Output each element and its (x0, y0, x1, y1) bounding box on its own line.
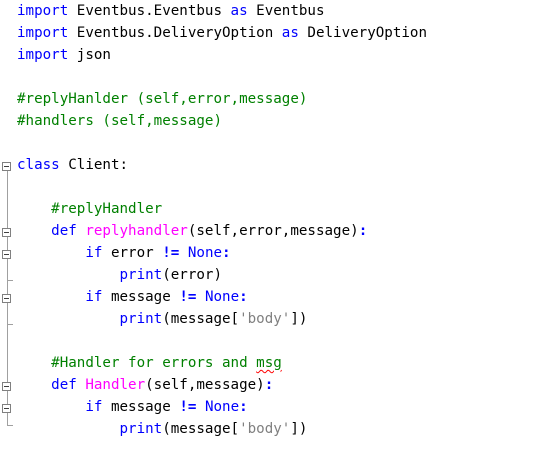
keyword-token: import (17, 47, 69, 63)
function-name-token: replyhandler (85, 223, 188, 239)
operator-token: != (179, 399, 197, 415)
code-text: Eventbus (247, 3, 325, 19)
fold-end-marker (7, 324, 13, 325)
code-text: ]) (290, 311, 308, 327)
code-text: (self,message) (145, 377, 265, 393)
code-line: if error != None: (17, 242, 231, 264)
fold-gutter (0, 0, 16, 450)
keyword-token: def (51, 223, 77, 239)
code-line: import json (17, 44, 111, 66)
keyword-token: import (17, 3, 69, 19)
fold-if-error-icon[interactable] (2, 250, 11, 259)
code-line: #handlers (self,message) (17, 110, 222, 132)
code-line: print(message['body']) (17, 418, 308, 440)
keyword-token: None (204, 399, 240, 415)
misspelled-word: msg (256, 355, 282, 371)
code-text: (message[ (162, 421, 240, 437)
code-text: Eventbus.Eventbus (68, 3, 231, 19)
function-name-token: Handler (85, 377, 146, 393)
code-line: def replyhandler(self,error,message): (17, 220, 367, 242)
code-line: import Eventbus.Eventbus as Eventbus (17, 0, 325, 22)
keyword-token: print (119, 421, 163, 437)
code-line: class Client: (17, 154, 128, 176)
code-text: (message[ (162, 311, 240, 327)
code-text: Client: (59, 157, 129, 173)
operator-token: != (179, 289, 197, 305)
code-text: json (68, 47, 111, 63)
code-text: ]) (290, 421, 308, 437)
keyword-token: def (51, 377, 77, 393)
comment-token: #handlers (self,message) (17, 113, 222, 129)
operator-token: : (264, 377, 274, 393)
code-line: #replyHandler (17, 198, 162, 220)
code-line: if message != None: (17, 286, 248, 308)
code-line: print(message['body']) (17, 308, 308, 330)
code-line: print(error) (17, 264, 223, 286)
code-text: error (102, 245, 163, 261)
code-line: import Eventbus.DeliveryOption as Delive… (17, 22, 427, 44)
keyword-token: None (187, 245, 223, 261)
code-line: #replyHanlder (self,error,message) (17, 88, 307, 110)
operator-token: : (239, 289, 248, 305)
code-text: DeliveryOption (298, 25, 428, 41)
operator-token: : (222, 245, 231, 261)
keyword-token: as (281, 25, 299, 41)
string-token: 'body' (239, 421, 291, 437)
string-token: 'body' (239, 311, 291, 327)
operator-token: != (162, 245, 180, 261)
fold-class-client-icon[interactable] (2, 162, 11, 171)
keyword-token: class (17, 157, 60, 173)
fold-if-message-icon[interactable] (2, 404, 11, 413)
fold-end-marker (7, 425, 13, 426)
code-text: (self,error,message) (187, 223, 359, 239)
code-line: #Handler for errors and msg (17, 352, 282, 374)
keyword-token: print (119, 267, 163, 283)
keyword-token: import (17, 25, 69, 41)
fold-replyhandler-icon[interactable] (2, 228, 11, 237)
code-line: if message != None: (17, 396, 248, 418)
operator-token: : (239, 399, 248, 415)
comment-token: #replyHanlder (self,error,message) (17, 91, 308, 107)
operator-token: : (358, 223, 368, 239)
comment-token: #replyHandler (51, 201, 163, 217)
fold-end-marker (7, 280, 13, 281)
fold-handler-icon[interactable] (2, 382, 11, 391)
code-text: (error) (162, 267, 223, 283)
keyword-token: print (119, 311, 163, 327)
keyword-token: as (230, 3, 248, 19)
fold-if-message-icon[interactable] (2, 294, 11, 303)
code-text: message (102, 399, 180, 415)
code-text: message (102, 289, 180, 305)
code-line: def Handler(self,message): (17, 374, 273, 396)
keyword-token: if (85, 289, 103, 305)
code-text: Eventbus.DeliveryOption (68, 25, 282, 41)
code-editor[interactable]: import Eventbus.Eventbus as Eventbus impo… (0, 0, 556, 450)
keyword-token: if (85, 399, 103, 415)
keyword-token: None (204, 289, 240, 305)
keyword-token: if (85, 245, 103, 261)
comment-token: #Handler for errors and (51, 355, 257, 371)
